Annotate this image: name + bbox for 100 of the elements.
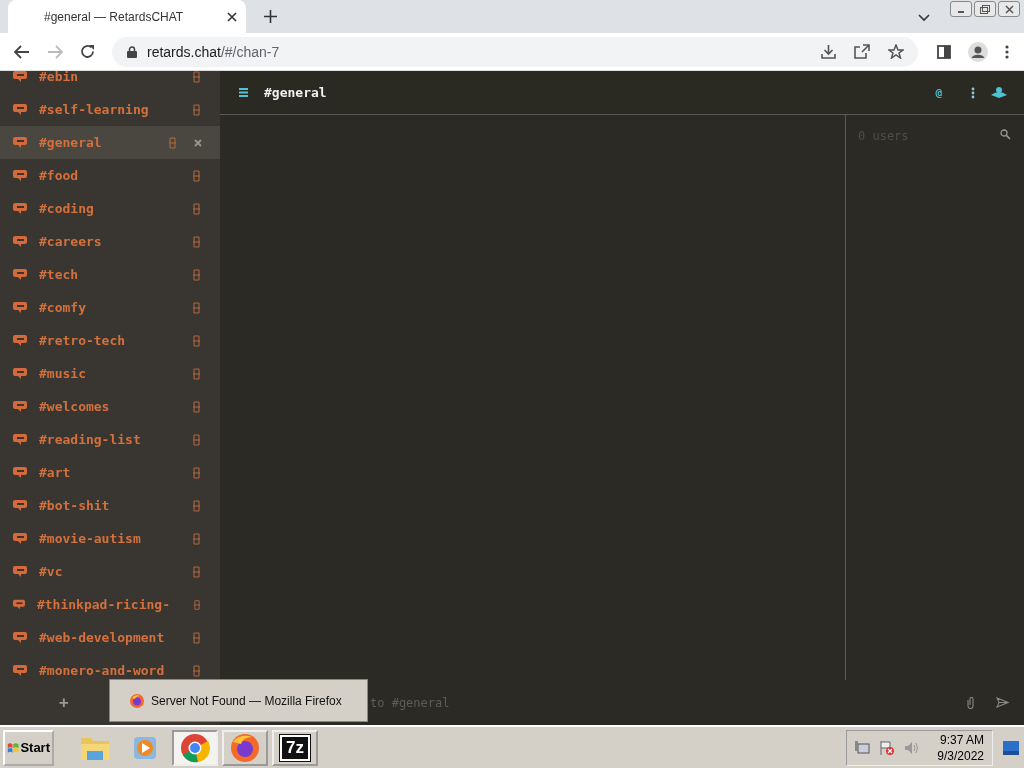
chrome-icon: [180, 732, 210, 763]
drag-handle-icon[interactable]: [193, 532, 200, 545]
chat-bubble-icon: [13, 434, 27, 445]
reload-icon[interactable]: [80, 44, 95, 59]
drag-handle-icon[interactable]: [193, 235, 200, 248]
firefox-taskbar-button[interactable]: [222, 729, 268, 766]
windows-logo-icon: [7, 740, 20, 755]
chat-bubble-icon: [13, 632, 27, 643]
minimize-button[interactable]: [950, 1, 972, 17]
maximize-button[interactable]: [974, 1, 996, 17]
drag-handle-icon[interactable]: [193, 334, 200, 347]
drag-handle-icon[interactable]: [193, 301, 200, 314]
chat-bubble-icon: [13, 368, 27, 379]
drag-handle-icon[interactable]: [194, 598, 200, 611]
share-icon[interactable]: [854, 44, 870, 59]
drag-handle-icon[interactable]: [169, 136, 176, 149]
drag-handle-icon[interactable]: [193, 268, 200, 281]
channel-item[interactable]: #coding: [0, 192, 220, 225]
drag-handle-icon[interactable]: [193, 565, 200, 578]
channel-item[interactable]: #monero-and-word: [0, 654, 220, 680]
chat-bubble-icon: [13, 302, 27, 313]
channel-item[interactable]: #bot-shit: [0, 489, 220, 522]
back-icon[interactable]: [14, 44, 30, 59]
side-panel-icon[interactable]: [937, 44, 951, 59]
firefox-icon: [230, 732, 260, 763]
clock-date: 9/3/2022: [937, 747, 984, 764]
chat-bubble-icon: [13, 236, 27, 247]
chat-bubble-icon: [13, 203, 27, 214]
add-channel-button[interactable]: +: [55, 691, 73, 714]
plus-icon[interactable]: [264, 10, 277, 23]
drag-handle-icon[interactable]: [193, 202, 200, 215]
drag-handle-icon[interactable]: [193, 433, 200, 446]
channel-item[interactable]: #comfy: [0, 291, 220, 324]
drag-handle-icon[interactable]: [193, 499, 200, 512]
channel-title: #general: [264, 85, 327, 100]
chat-bubble-icon: [13, 401, 27, 412]
channel-item[interactable]: #self-learning: [0, 93, 220, 126]
channel-item[interactable]: #welcomes: [0, 390, 220, 423]
chrome-taskbar-button[interactable]: [172, 729, 218, 766]
chat-bubble-icon: [13, 599, 25, 610]
forward-icon[interactable]: [47, 44, 63, 59]
mentions-button[interactable]: @: [935, 86, 942, 99]
chat-bubble-icon: [13, 467, 27, 478]
search-icon[interactable]: [1000, 129, 1011, 140]
paperclip-icon[interactable]: [967, 696, 974, 709]
send-icon[interactable]: [996, 697, 1009, 708]
channel-item[interactable]: #general: [0, 126, 220, 159]
address-bar[interactable]: retards.chat/#/chan-7: [112, 36, 918, 67]
channel-item[interactable]: #web-development: [0, 621, 220, 654]
chat-bubble-icon: [13, 665, 27, 676]
url-host: retards.chat: [147, 43, 221, 60]
browser-tab[interactable]: #general — RetardsCHAT: [8, 0, 246, 33]
channel-item[interactable]: #ebin: [0, 71, 220, 93]
close-button[interactable]: [998, 1, 1020, 17]
close-icon: [1004, 4, 1014, 14]
star-icon[interactable]: [888, 44, 904, 59]
drag-handle-icon[interactable]: [193, 466, 200, 479]
drag-handle-icon[interactable]: [193, 664, 200, 677]
channel-item[interactable]: #movie-autism: [0, 522, 220, 555]
channel-item[interactable]: #thinkpad-ricing-: [0, 588, 220, 621]
drag-handle-icon[interactable]: [193, 169, 200, 182]
lock-icon: [127, 45, 137, 58]
chat-bubble-icon: [13, 335, 27, 346]
chat-bubble-icon: [13, 533, 27, 544]
firefox-icon: [130, 693, 144, 708]
7zip-taskbar-button[interactable]: 7z: [272, 729, 318, 766]
channel-item[interactable]: #retro-tech: [0, 324, 220, 357]
restore-icon: [980, 4, 990, 14]
chevron-down-icon[interactable]: [918, 14, 930, 22]
users-icon[interactable]: [991, 87, 1007, 98]
clock-time: 9:37 AM: [939, 731, 984, 748]
chat-bubble-icon: [13, 104, 27, 115]
channel-item[interactable]: #music: [0, 357, 220, 390]
channel-item[interactable]: #art: [0, 456, 220, 489]
drag-handle-icon[interactable]: [193, 71, 200, 83]
start-button[interactable]: Start: [3, 729, 54, 766]
channel-item[interactable]: #vc: [0, 555, 220, 588]
profile-icon[interactable]: [968, 41, 988, 62]
flag-icon[interactable]: [879, 739, 896, 756]
chat-bubble-icon: [13, 269, 27, 280]
tab-title: #general — RetardsCHAT: [44, 9, 185, 24]
channel-item[interactable]: #tech: [0, 258, 220, 291]
drag-handle-icon[interactable]: [193, 631, 200, 644]
channel-item[interactable]: #careers: [0, 225, 220, 258]
show-desktop-icon[interactable]: [1003, 740, 1019, 755]
drag-handle-icon[interactable]: [193, 103, 200, 116]
network-icon[interactable]: [854, 739, 871, 756]
channel-item[interactable]: #food: [0, 159, 220, 192]
channel-item[interactable]: #reading-list: [0, 423, 220, 456]
download-icon[interactable]: [821, 44, 836, 59]
chat-bubble-icon: [13, 566, 27, 577]
url-path: /#/chan-7: [220, 43, 280, 60]
more-icon[interactable]: [971, 86, 975, 99]
drag-handle-icon[interactable]: [193, 367, 200, 380]
chat-bubble-icon: [13, 170, 27, 181]
tooltip-text: Server Not Found — Mozilla Firefox: [151, 693, 342, 708]
more-icon[interactable]: [1005, 44, 1009, 59]
menu-icon[interactable]: [239, 88, 248, 97]
drag-handle-icon[interactable]: [193, 400, 200, 413]
close-icon[interactable]: [227, 11, 237, 22]
